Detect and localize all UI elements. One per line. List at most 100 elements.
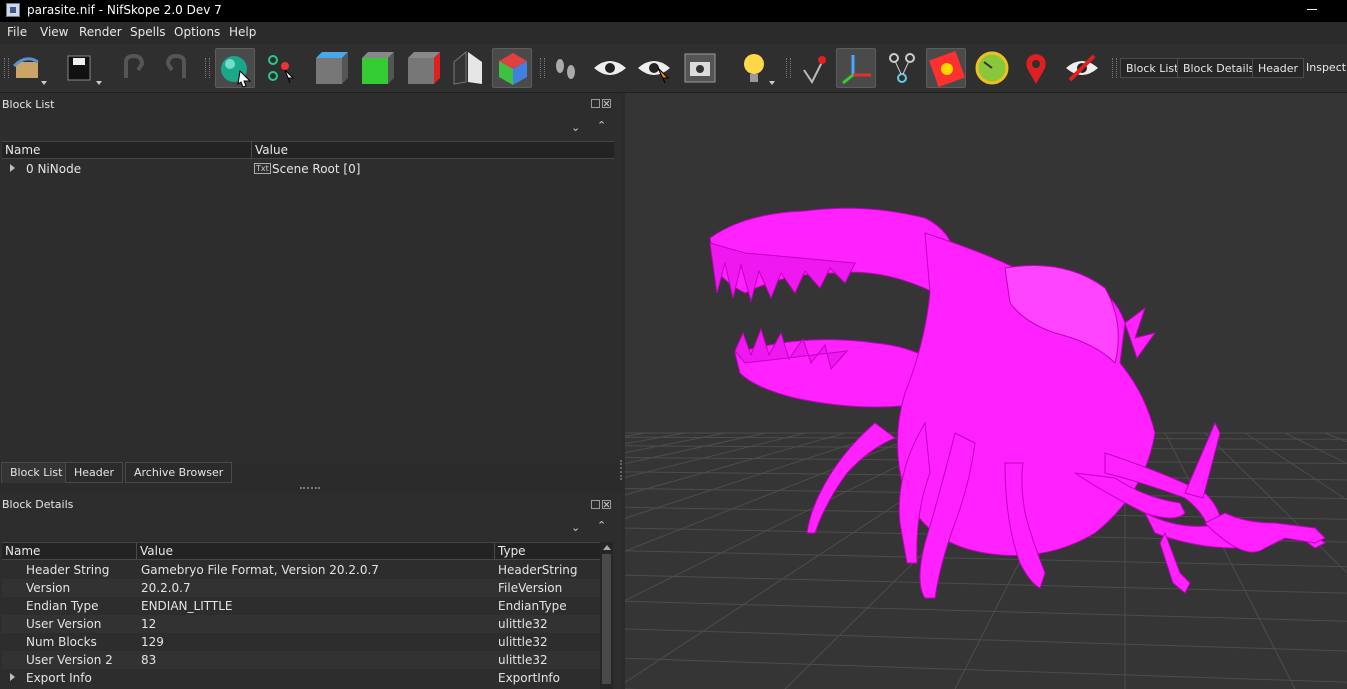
collapse-all-icon[interactable]: ⌄ (571, 521, 580, 534)
hidden-visibility-icon[interactable] (634, 48, 674, 88)
3d-viewport[interactable] (625, 93, 1347, 689)
column-divider[interactable] (494, 543, 495, 560)
tab-header[interactable]: Header (65, 462, 124, 483)
block-list-header: Name Value (2, 141, 614, 159)
expand-all-icon[interactable]: ⌃ (597, 119, 606, 132)
dock-inspect-button[interactable]: Inspect (1301, 58, 1347, 78)
visibility-icon[interactable] (590, 48, 630, 88)
grid-line (625, 432, 766, 465)
dock-block-details-button[interactable]: Block Details (1177, 58, 1261, 78)
table-row[interactable]: Num Blocks 129 ulittle32 (2, 633, 600, 651)
grid-line (625, 432, 926, 552)
hide-icon[interactable] (1062, 48, 1102, 88)
table-row[interactable]: Export Info ExportInfo (2, 669, 600, 687)
field-name: User Version (26, 617, 102, 631)
text-type-icon: Txt (254, 163, 271, 174)
dock-splitter-handle[interactable] (620, 460, 624, 480)
screenshot-icon[interactable] (680, 48, 720, 88)
menu-options[interactable]: Options (174, 25, 220, 39)
grid-line (625, 432, 846, 496)
close-icon[interactable] (602, 500, 611, 509)
column-name-header[interactable]: Name (5, 143, 40, 157)
main-toolbar: Block List Block Details Header Inspect (0, 44, 1347, 93)
menu-file[interactable]: File (7, 25, 27, 39)
vertex-select-icon[interactable] (261, 48, 301, 88)
column-divider[interactable] (136, 543, 137, 560)
nodes-icon[interactable] (882, 48, 922, 88)
expand-arrow-icon[interactable] (10, 673, 15, 681)
side-view-icon[interactable] (402, 48, 442, 88)
compass-icon[interactable] (972, 48, 1012, 88)
field-value: 83 (141, 653, 157, 667)
pin-icon[interactable] (794, 48, 834, 88)
marker-icon[interactable] (1016, 48, 1056, 88)
menu-spells[interactable]: Spells (130, 25, 166, 39)
menu-view[interactable]: View (40, 25, 68, 39)
splitter-handle[interactable] (300, 487, 320, 491)
footprints-icon[interactable] (546, 48, 586, 88)
front-view-icon[interactable] (310, 48, 350, 88)
block-list-title: Block List (2, 98, 55, 111)
tree-row[interactable]: 0 NiNode Txt Scene Root [0] (2, 160, 614, 178)
dock-block-list-button[interactable]: Block List (1120, 58, 1185, 78)
left-dock-tabs: Block List Header Archive Browser (0, 462, 622, 484)
table-row[interactable]: User Version 2 83 ulittle32 (2, 651, 600, 669)
block-list-dock-buttons (591, 97, 613, 108)
load-icon[interactable] (8, 48, 48, 88)
field-value: 129 (141, 635, 164, 649)
nifskope-app-icon (6, 3, 20, 17)
dock-header-button[interactable]: Header (1252, 58, 1305, 78)
select-mode-icon[interactable] (215, 48, 255, 88)
collapse-all-icon[interactable]: ⌄ (571, 121, 580, 134)
undo-icon[interactable] (114, 48, 154, 88)
block-details-header: Name Value Type (2, 542, 600, 560)
field-name: Export Info (26, 671, 92, 685)
minimize-button[interactable] (1307, 3, 1319, 15)
close-icon[interactable] (602, 99, 611, 108)
tab-archive-browser[interactable]: Archive Browser (125, 462, 233, 483)
shaded-view-icon[interactable] (492, 48, 532, 88)
top-view-icon[interactable] (356, 48, 396, 88)
field-name: Header String (26, 563, 110, 577)
toolbar-grip[interactable] (786, 58, 791, 78)
details-scrollbar[interactable] (600, 542, 613, 689)
tab-block-list[interactable]: Block List (1, 462, 72, 483)
float-icon[interactable] (591, 500, 600, 509)
redo-icon[interactable] (156, 48, 196, 88)
table-row[interactable]: Header String Gamebryo File Format, Versi… (2, 561, 600, 579)
table-row[interactable]: Endian Type ENDIAN_LITTLE EndianType (2, 597, 600, 615)
menu-help[interactable]: Help (229, 25, 256, 39)
toolbar-grip[interactable] (1112, 58, 1117, 78)
column-value-header[interactable]: Value (255, 143, 288, 157)
grid-line (625, 432, 806, 478)
column-value-header[interactable]: Value (140, 544, 173, 558)
column-name-header[interactable]: Name (5, 544, 40, 558)
texture-icon[interactable] (926, 48, 966, 88)
column-divider[interactable] (251, 142, 252, 159)
column-type-header[interactable]: Type (498, 544, 526, 558)
menu-bar: File View Render Spells Options Help (0, 22, 1347, 44)
expand-all-icon[interactable]: ⌃ (597, 519, 606, 532)
scroll-up-icon[interactable] (603, 545, 611, 550)
block-details-panel: Block Details ⌄ ⌃ Name Value Type Header… (0, 494, 622, 689)
field-name: User Version 2 (26, 653, 113, 667)
field-name: Endian Type (26, 599, 99, 613)
viewport-render[interactable] (625, 93, 1347, 689)
toolbar-grip[interactable] (205, 58, 210, 78)
save-icon[interactable] (62, 48, 102, 88)
field-type: ulittle32 (498, 635, 548, 649)
table-row[interactable]: User Version 12 ulittle32 (2, 615, 600, 633)
float-icon[interactable] (591, 99, 600, 108)
back-face-icon[interactable] (448, 48, 488, 88)
block-value: Scene Root [0] (272, 162, 361, 176)
title-bar: parasite.nif - NifSkope 2.0 Dev 7 (0, 0, 1347, 22)
lighting-icon[interactable] (736, 48, 776, 88)
expand-arrow-icon[interactable] (10, 164, 15, 172)
grid-line (625, 628, 1347, 652)
field-value: Gamebryo File Format, Version 20.2.0.7 (141, 563, 379, 577)
axes-icon[interactable] (836, 48, 876, 88)
menu-render[interactable]: Render (79, 25, 122, 39)
scroll-thumb[interactable] (602, 554, 611, 684)
toolbar-grip[interactable] (540, 58, 545, 78)
table-row[interactable]: Version 20.2.0.7 FileVersion (2, 579, 600, 597)
